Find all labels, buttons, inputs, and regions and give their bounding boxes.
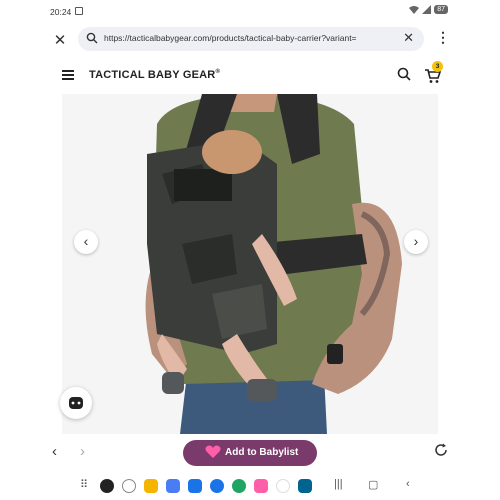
clear-url-icon[interactable]: ✕: [403, 30, 414, 46]
cart-count-badge: 3: [432, 61, 443, 72]
search-icon[interactable]: [397, 67, 411, 81]
hamburger-menu-icon[interactable]: [62, 70, 74, 80]
app-icon-clock[interactable]: [122, 479, 136, 493]
signal-icon: [422, 5, 432, 14]
browser-toolbar: ✕ https://tacticalbabygear.com/products/…: [42, 24, 458, 54]
wifi-icon: [409, 6, 420, 14]
logo-mark: ®: [215, 69, 221, 75]
reload-icon[interactable]: [434, 443, 448, 457]
url-text[interactable]: https://tacticalbabygear.com/products/ta…: [104, 33, 400, 43]
add-to-babylist-button[interactable]: Add to Babylist: [183, 440, 317, 466]
app-icon-messages[interactable]: [210, 479, 224, 493]
apps-grid-icon[interactable]: ⠿: [80, 478, 88, 491]
gallery-prev-button[interactable]: ‹: [74, 230, 98, 254]
kebab-menu-icon[interactable]: ⋮: [436, 29, 450, 46]
forward-icon[interactable]: ›: [80, 443, 85, 460]
recents-nav-icon[interactable]: |||: [334, 478, 343, 490]
app-icon-files[interactable]: [166, 479, 180, 493]
home-nav-icon[interactable]: ▢: [368, 478, 378, 491]
url-bar[interactable]: https://tacticalbabygear.com/products/ta…: [78, 27, 424, 51]
chat-icon: [69, 397, 83, 409]
app-icon-settings[interactable]: [100, 479, 114, 493]
app-icon-contacts[interactable]: [188, 479, 202, 493]
product-image-gallery[interactable]: ‹ ›: [62, 94, 438, 434]
site-logo[interactable]: TACTICAL BABY GEAR®: [89, 69, 220, 81]
screen-record-icon: [75, 7, 83, 15]
product-photo: [145, 94, 402, 434]
gallery-next-button[interactable]: ›: [404, 230, 428, 254]
phone-screen: 20:24 87 ✕ https://tacticalbabygear.com/…: [42, 0, 458, 500]
system-icons: 87: [409, 5, 448, 14]
battery-indicator: 87: [434, 5, 448, 14]
status-bar: 20:24 87: [42, 0, 458, 24]
heart-icon: [205, 445, 221, 458]
back-icon[interactable]: ‹: [52, 443, 57, 460]
app-icon-dominos[interactable]: [298, 479, 312, 493]
back-nav-icon[interactable]: ‹: [406, 478, 410, 490]
taskbar: ⠿ ||| ▢ ‹: [42, 472, 458, 500]
app-icon-babylist[interactable]: [254, 479, 268, 493]
site-header: TACTICAL BABY GEAR® 3: [42, 58, 458, 94]
app-icon-phone[interactable]: [232, 479, 246, 493]
search-icon: [86, 32, 98, 44]
chat-button[interactable]: [60, 387, 92, 419]
logo-text: TACTICAL BABY GEAR: [89, 69, 216, 81]
browser-bottom-bar: ‹ › Add to Babylist: [42, 434, 458, 472]
clock: 20:24: [50, 7, 72, 17]
close-tab-icon[interactable]: ✕: [52, 31, 68, 49]
babylist-label: Add to Babylist: [225, 447, 299, 458]
app-icon-notes[interactable]: [144, 479, 158, 493]
app-icon-google[interactable]: [276, 479, 290, 493]
